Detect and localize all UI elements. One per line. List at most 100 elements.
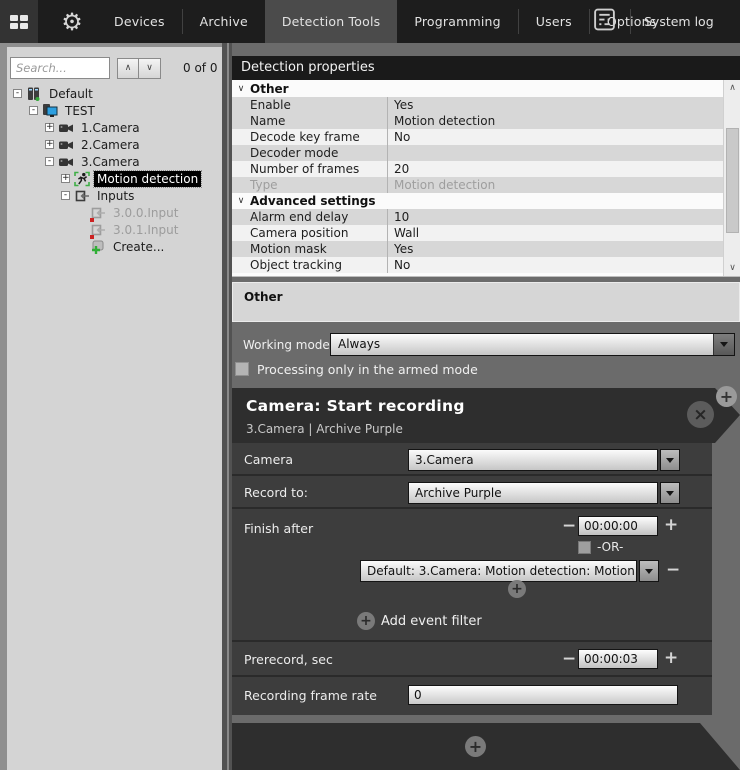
property-value[interactable]: Yes [387,241,723,257]
property-row-object-tracking[interactable]: Object trackingNo [232,257,723,273]
close-icon[interactable]: × [687,401,714,428]
property-row-number-of-frames[interactable]: Number of frames20 [232,161,723,177]
finish-after-time-field[interactable]: 00:00:00 [578,516,658,536]
tab-detection-tools[interactable]: Detection Tools [265,0,398,43]
property-value[interactable]: Motion detection [387,177,723,193]
property-name: Camera position [232,225,387,241]
camera-label: Camera [244,452,293,467]
gear-icon[interactable]: ⚙ [57,0,87,43]
property-row-alarm-end-delay[interactable]: Alarm end delay10 [232,209,723,225]
property-row-decoder-mode[interactable]: Decoder mode [232,145,723,161]
search-input[interactable] [10,57,110,79]
prerecord-time-field[interactable]: 00:00:03 [578,649,658,669]
prerecord-increase-button[interactable]: + [664,649,678,667]
property-value[interactable]: Yes [387,97,723,113]
working-mode-select[interactable]: Always [330,333,735,356]
app-menu-button[interactable] [0,0,38,43]
expand-icon[interactable]: + [61,174,70,183]
event-filter-value[interactable]: Default: 3.Camera: Motion detection: Mot… [360,560,637,582]
or-checkbox[interactable] [578,541,591,554]
add-event-filter-icon[interactable]: + [357,612,375,630]
property-value[interactable]: No [387,129,723,145]
camera-dropdown-button[interactable] [660,449,680,471]
tree-item-1-camera[interactable]: +1.Camera [9,119,219,136]
collapse-icon[interactable]: - [61,191,70,200]
working-mode-dropdown-button[interactable] [713,334,734,355]
add-event-filter-label[interactable]: Add event filter [381,614,482,629]
tree-item-3-0-1-input[interactable]: 3.0.1.Input [9,221,219,238]
property-value[interactable]: 10 [387,209,723,225]
tree-item-create[interactable]: Create... [9,238,219,255]
system-log-label: System log [644,14,714,29]
chevron-down-icon [720,342,728,347]
panel-splitter[interactable] [222,43,232,770]
property-row-type[interactable]: TypeMotion detection [232,177,723,193]
grid-scrollbar[interactable]: ∧ ∨ [723,80,740,276]
scroll-up-icon[interactable]: ∧ [724,80,740,96]
record-to-dropdown-button[interactable] [660,482,680,504]
motion-detection-icon [74,171,90,187]
collapse-icon[interactable]: - [13,89,22,98]
collapse-icon[interactable]: - [29,106,38,115]
property-row-name[interactable]: NameMotion detection [232,113,723,129]
expand-icon[interactable]: + [45,123,54,132]
frame-rate-row: Recording frame rate 0 [232,677,712,715]
finish-after-decrease-button[interactable]: − [562,517,576,535]
camera-row: Camera 3.Camera [232,443,712,476]
property-value[interactable] [387,145,723,161]
event-filter-dropdown-button[interactable] [639,560,659,582]
property-value[interactable]: No [387,257,723,273]
tree-item-2-camera[interactable]: +2.Camera [9,136,219,153]
record-to-select-value[interactable]: Archive Purple [408,482,658,504]
tab-devices[interactable]: Devices [97,0,182,43]
tree-item-3-0-0-input[interactable]: 3.0.0.Input [9,204,219,221]
device-tree-panel: ∧ ∨ 0 of 0 -Default-TEST+1.Camera+2.Came… [7,47,222,770]
finish-after-increase-button[interactable]: + [664,516,678,534]
add-action-button[interactable]: + [465,736,486,757]
property-row-decode-key-frame[interactable]: Decode key frameNo [232,129,723,145]
search-next-button[interactable]: ∨ [139,58,161,79]
property-row-motion-mask[interactable]: Motion maskYes [232,241,723,257]
property-row-camera-position[interactable]: Camera positionWall [232,225,723,241]
armed-mode-checkbox[interactable] [235,362,249,376]
property-row-enable[interactable]: EnableYes [232,97,723,113]
search-prev-button[interactable]: ∧ [117,58,139,79]
property-group-advanced-settings[interactable]: ∨Advanced settings [232,193,723,209]
frame-rate-input[interactable]: 0 [408,685,678,705]
scroll-down-icon[interactable]: ∨ [724,260,740,276]
tab-archive[interactable]: Archive [183,0,265,43]
remove-event-filter-button[interactable]: − [666,561,680,579]
collapse-icon[interactable]: - [45,157,54,166]
camera-icon [58,154,74,170]
add-condition-button[interactable]: + [508,580,526,598]
prerecord-decrease-button[interactable]: − [562,650,576,668]
computer-icon [42,103,58,119]
chevron-down-icon [666,491,674,496]
prerecord-label: Prerecord, sec [244,652,333,667]
tree-item-3-camera[interactable]: -3.Camera [9,153,219,170]
action-block-body: Camera 3.Camera Record to: Archive Purpl… [232,443,712,715]
chevron-down-icon [666,458,674,463]
record-to-label: Record to: [244,485,308,500]
tree-item-motion-detection[interactable]: +Motion detection [9,170,219,187]
camera-select-value[interactable]: 3.Camera [408,449,658,471]
scrollbar-thumb[interactable] [726,128,739,233]
system-log-button[interactable]: System log [592,0,714,43]
action-subtitle: 3.Camera | Archive Purple [246,422,403,436]
window-grid-icon [10,15,28,29]
tree-item-test[interactable]: -TEST [9,102,219,119]
tree-item-default[interactable]: -Default [9,85,219,102]
property-value[interactable]: Motion detection [387,113,723,129]
chevron-down-icon[interactable]: ∨ [232,193,250,209]
property-value[interactable]: Wall [387,225,723,241]
chevron-down-icon[interactable]: ∨ [232,81,250,97]
expand-icon[interactable]: + [45,140,54,149]
tab-users[interactable]: Users [519,0,589,43]
camera-icon [58,120,74,136]
tab-programming[interactable]: Programming [397,0,517,43]
property-value[interactable]: 20 [387,161,723,177]
system-log-icon [592,7,617,36]
tree-item-inputs[interactable]: -Inputs [9,187,219,204]
property-group-other[interactable]: ∨Other [232,81,723,97]
add-action-block-button[interactable]: + [716,386,737,407]
